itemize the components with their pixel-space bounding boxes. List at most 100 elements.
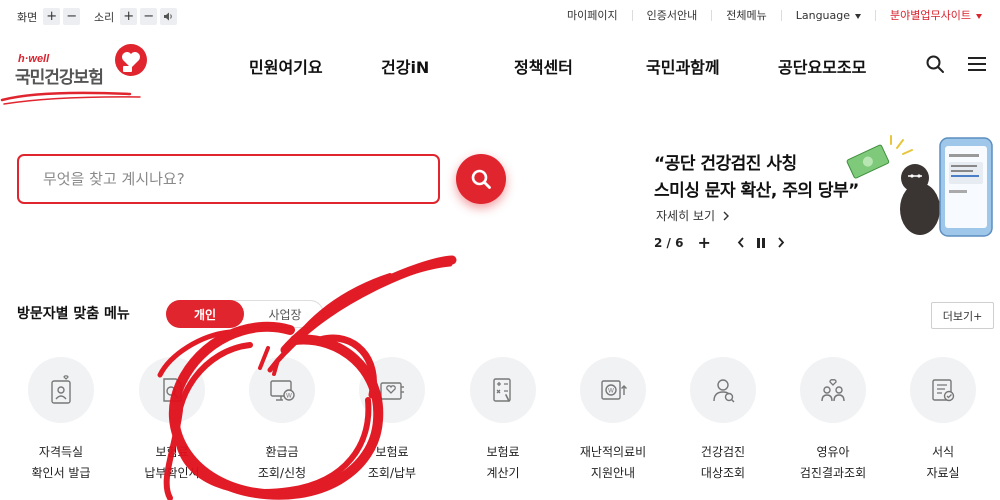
banner-next-button[interactable]	[777, 237, 785, 248]
quick-item-line2: 대상조회	[700, 466, 746, 480]
quick-item-qualification[interactable]: 자격득실 확인서 발급	[6, 357, 116, 500]
banner-controls: 2 / 6 +	[654, 233, 797, 252]
quick-item-line1: 재난적의료비	[579, 445, 647, 459]
hamburger-menu-icon[interactable]	[968, 56, 986, 72]
banner-title[interactable]: “공단 건강검진 사칭 스미싱 문자 확산, 주의 당부”	[654, 151, 859, 205]
more-button[interactable]: 더보기+	[931, 302, 994, 329]
utility-links: 마이페이지 인증서안내 전체메뉴 Language 분야별업무사이트	[553, 10, 982, 21]
language-select[interactable]: Language	[780, 9, 875, 22]
smishing-illustration	[846, 135, 993, 237]
chevron-right-icon	[778, 237, 785, 248]
field-sites-select[interactable]: 분야별업무사이트	[875, 10, 982, 21]
chevron-down-icon	[976, 13, 982, 19]
nav-health-in[interactable]: 건강iN	[381, 54, 429, 78]
sound-up-button[interactable]: +	[120, 8, 138, 25]
chevron-left-icon	[737, 237, 744, 248]
all-menu-link[interactable]: 전체메뉴	[711, 10, 780, 21]
quick-item-label: 영유아 검진결과조회	[778, 442, 888, 484]
field-sites-label: 분야별업무사이트	[890, 9, 971, 22]
quick-item-label: 환급금 조회/신청	[227, 442, 337, 484]
speaker-icon[interactable]	[160, 8, 178, 25]
svg-text:W: W	[608, 388, 614, 395]
quick-item-label: 자격득실 확인서 발급	[6, 442, 116, 484]
quick-item-circle	[690, 357, 756, 423]
nav-about-corp[interactable]: 공단요모조모	[778, 54, 866, 78]
tab-business[interactable]: 사업장	[245, 300, 325, 328]
sound-down-button[interactable]: −	[140, 8, 158, 25]
search-icon	[471, 169, 491, 189]
screen-zoom-out-button[interactable]: −	[63, 8, 81, 25]
certificate-guide-link[interactable]: 인증서안내	[631, 10, 712, 21]
screen-zoom-control: 화면 + −	[17, 8, 83, 25]
pause-icon	[756, 237, 765, 248]
quick-item-label: 보험료 계산기	[448, 442, 558, 484]
chevron-right-icon	[723, 211, 729, 221]
nav-policy-center[interactable]: 정책센터	[514, 54, 573, 78]
search-icon[interactable]	[925, 54, 945, 74]
utility-bar: 화면 + − 소리 + − 마이페이지 인증서안내 전체메뉴 Language …	[0, 0, 1000, 34]
banner-more-link[interactable]: 자세히 보기	[656, 207, 730, 224]
nav-with-people[interactable]: 국민과함께	[646, 54, 720, 78]
won-box-icon: W	[601, 380, 627, 400]
form-check-icon	[932, 379, 955, 402]
sound-control: 소리 + −	[94, 8, 178, 25]
quick-item-line2: 검진결과조회	[799, 466, 867, 480]
quick-item-label: 보험료 조회/납부	[337, 442, 447, 484]
quick-item-line2: 조회/신청	[257, 466, 307, 480]
visitor-menu-title: 방문자별 맞춤 메뉴	[17, 306, 130, 322]
visitor-type-tabs: 개인 사업장	[166, 300, 324, 328]
quick-item-payment-certificate[interactable]: 보험료 납부확인서	[117, 357, 227, 500]
quick-item-line1: 자격득실	[38, 445, 84, 459]
quick-item-line2: 확인서 발급	[31, 466, 91, 480]
banner-title-line2: 스미싱 문자 확산, 주의 당부”	[654, 181, 859, 201]
nav-civil-service[interactable]: 민원여기요	[249, 54, 323, 78]
monitor-won-icon: W	[270, 380, 295, 401]
family-heart-icon	[821, 379, 845, 402]
quick-item-calculator[interactable]: 보험료 계산기	[448, 357, 558, 500]
quick-item-label: 서식 자료실	[888, 442, 998, 484]
banner-prev-button[interactable]	[737, 237, 745, 248]
mypage-link[interactable]: 마이페이지	[553, 10, 632, 21]
svg-text:W: W	[286, 393, 292, 400]
quick-item-premium-payment[interactable]: 보험료 조회/납부	[337, 357, 447, 500]
quick-item-label: 보험료 납부확인서	[117, 442, 227, 484]
chevron-down-icon	[855, 13, 862, 19]
quick-item-line2: 계산기	[486, 466, 520, 480]
screen-zoom-in-button[interactable]: +	[43, 8, 61, 25]
quick-item-line2: 조회/납부	[367, 466, 417, 480]
quick-item-circle	[28, 357, 94, 423]
quick-item-line1: 보험료	[155, 445, 189, 459]
quick-item-circle	[800, 357, 866, 423]
id-card-heart-icon	[51, 375, 71, 404]
tab-personal[interactable]: 개인	[166, 300, 244, 328]
quick-item-line1: 영유아	[816, 445, 850, 459]
quick-item-line2: 지원안내	[590, 466, 636, 480]
quick-item-line1: 보험료	[486, 445, 520, 459]
search-button[interactable]	[456, 154, 506, 204]
quick-item-line1: 건강검진	[700, 445, 746, 459]
quick-item-line2: 납부확인서	[144, 466, 200, 480]
quick-item-circle	[910, 357, 976, 423]
quick-item-circle	[470, 357, 536, 423]
search-input[interactable]	[19, 156, 438, 202]
quick-item-line1: 서식	[931, 445, 955, 459]
quick-item-circle	[359, 357, 425, 423]
quick-item-circle: W	[249, 357, 315, 423]
sound-label: 소리	[94, 10, 115, 24]
banner-pause-button[interactable]	[756, 237, 765, 248]
quick-item-forms[interactable]: 서식 자료실	[888, 357, 998, 500]
person-search-icon	[713, 379, 735, 403]
logo-swoosh-icon	[0, 91, 141, 105]
banner-add-button[interactable]: +	[697, 233, 710, 252]
banner-more-label: 자세히 보기	[656, 209, 716, 223]
quick-item-label: 재난적의료비 지원안내	[558, 442, 668, 484]
language-label: Language	[795, 9, 851, 22]
quick-item-line1: 보험료	[375, 445, 409, 459]
quick-item-catastrophic-medical[interactable]: W 재난적의료비 지원안내	[558, 357, 668, 500]
quick-item-health-checkup[interactable]: 건강검진 대상조회	[668, 357, 778, 500]
quick-item-infant-checkup[interactable]: 영유아 검진결과조회	[778, 357, 888, 500]
quick-item-refund[interactable]: W 환급금 조회/신청	[227, 357, 337, 500]
calculator-icon	[493, 378, 511, 402]
screen-zoom-label: 화면	[17, 10, 38, 24]
quick-item-line1: 환급금	[265, 445, 299, 459]
